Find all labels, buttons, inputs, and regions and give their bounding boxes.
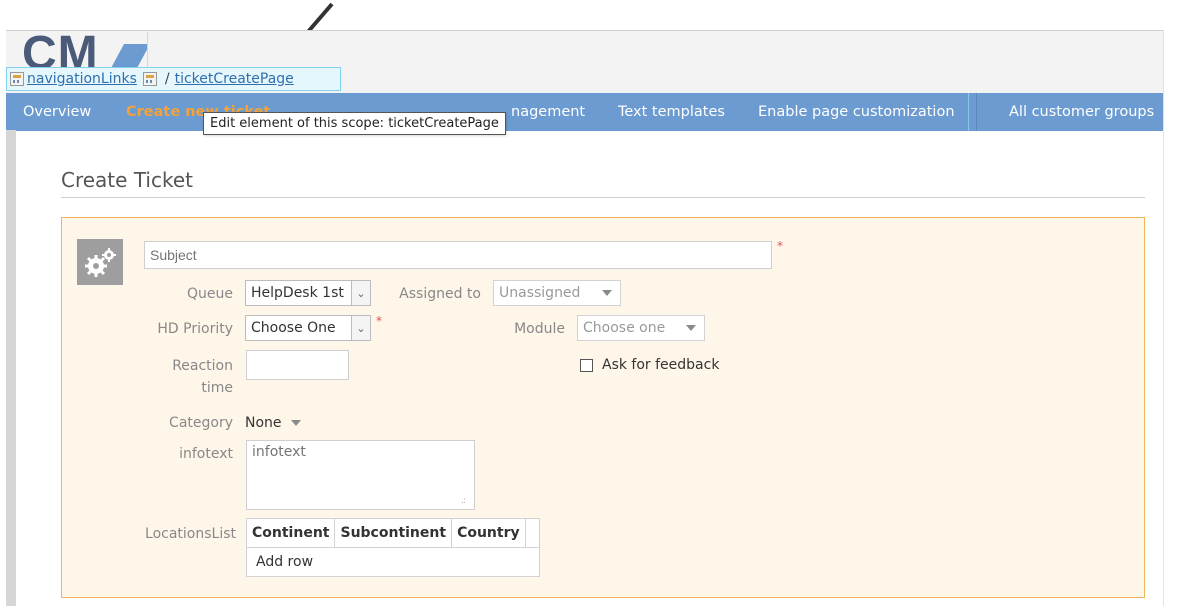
nav-item-all-customer-groups[interactable]: All customer groups [1009,93,1154,131]
breadcrumb-link-ticket-create-page[interactable]: ticketCreatePage [175,71,294,87]
logo-text: CM [22,32,99,68]
table-header-row: Continent Subcontinent Country [245,518,540,548]
left-scroll-gutter [6,130,16,606]
hierarchy-icon [10,72,24,86]
column-header-subcontinent: Subcontinent [334,518,453,548]
gears-icon [77,239,123,285]
nav-divider [968,93,969,131]
title-divider [61,197,1145,198]
reaction-time-input[interactable] [246,350,349,380]
scope-breadcrumb: navigationLinks / ticketCreatePage [6,67,341,91]
caret-down-icon [602,290,612,296]
page-title: Create Ticket [61,168,193,192]
column-header-continent: Continent [245,518,336,548]
company-logo: CM [15,32,148,68]
breadcrumb-separator: / [164,71,170,87]
assigned-to-select[interactable]: Unassigned [493,280,621,306]
logo-mark-icon [111,44,147,68]
reaction-time-label-line1: Reaction [172,358,233,374]
subject-input[interactable] [144,241,772,269]
category-select[interactable]: None [245,411,301,435]
resize-handle-icon[interactable]: .: [461,496,466,506]
frame-divider [1163,30,1164,606]
ask-for-feedback-label: Ask for feedback [602,357,720,373]
queue-select[interactable]: HelpDesk 1st ⌄ [245,280,371,306]
infotext-label: infotext [179,446,233,462]
nav-item-management[interactable]: nagement [511,93,585,131]
caret-down-icon [686,325,696,331]
main-navigation: Overview Create new ticket nagement Text… [6,93,1163,131]
locations-table: Continent Subcontinent Country Add row [245,518,540,577]
nav-item-text-templates[interactable]: Text templates [618,93,725,131]
hd-priority-label: HD Priority [157,321,233,337]
scope-tooltip: Edit element of this scope: ticketCreate… [203,112,506,135]
category-value: None [245,415,282,431]
reaction-time-label-line2: time [201,380,233,396]
module-label: Module [514,321,565,337]
hd-priority-select[interactable]: Choose One ⌄ [245,315,371,341]
required-marker: * [777,239,783,253]
nav-divider [976,93,977,131]
assigned-to-label: Assigned to [399,286,481,302]
hd-priority-value: Choose One [251,320,336,336]
assigned-to-value: Unassigned [499,285,581,301]
module-value: Choose one [583,320,666,336]
ask-for-feedback-checkbox[interactable] [580,359,593,372]
breadcrumb-link-navigation-links[interactable]: navigationLinks [27,71,137,87]
hierarchy-icon [142,72,157,86]
nav-item-overview[interactable]: Overview [23,93,91,131]
chevron-down-icon[interactable]: ⌄ [351,281,370,305]
queue-value: HelpDesk 1st [251,285,344,301]
add-row-button[interactable]: Add row [246,547,540,577]
required-marker: * [376,314,382,328]
nav-item-enable-page-customization[interactable]: Enable page customization [758,93,955,131]
column-header-empty [524,518,540,548]
queue-label: Queue [187,286,233,302]
category-label: Category [169,415,233,431]
infotext-textarea[interactable] [246,440,475,510]
chevron-down-icon[interactable]: ⌄ [351,316,370,340]
module-select[interactable]: Choose one [577,315,705,341]
column-header-country: Country [451,518,526,548]
table-row: Add row [246,547,540,577]
caret-down-icon [290,420,301,426]
locations-list-label: LocationsList [145,526,236,542]
